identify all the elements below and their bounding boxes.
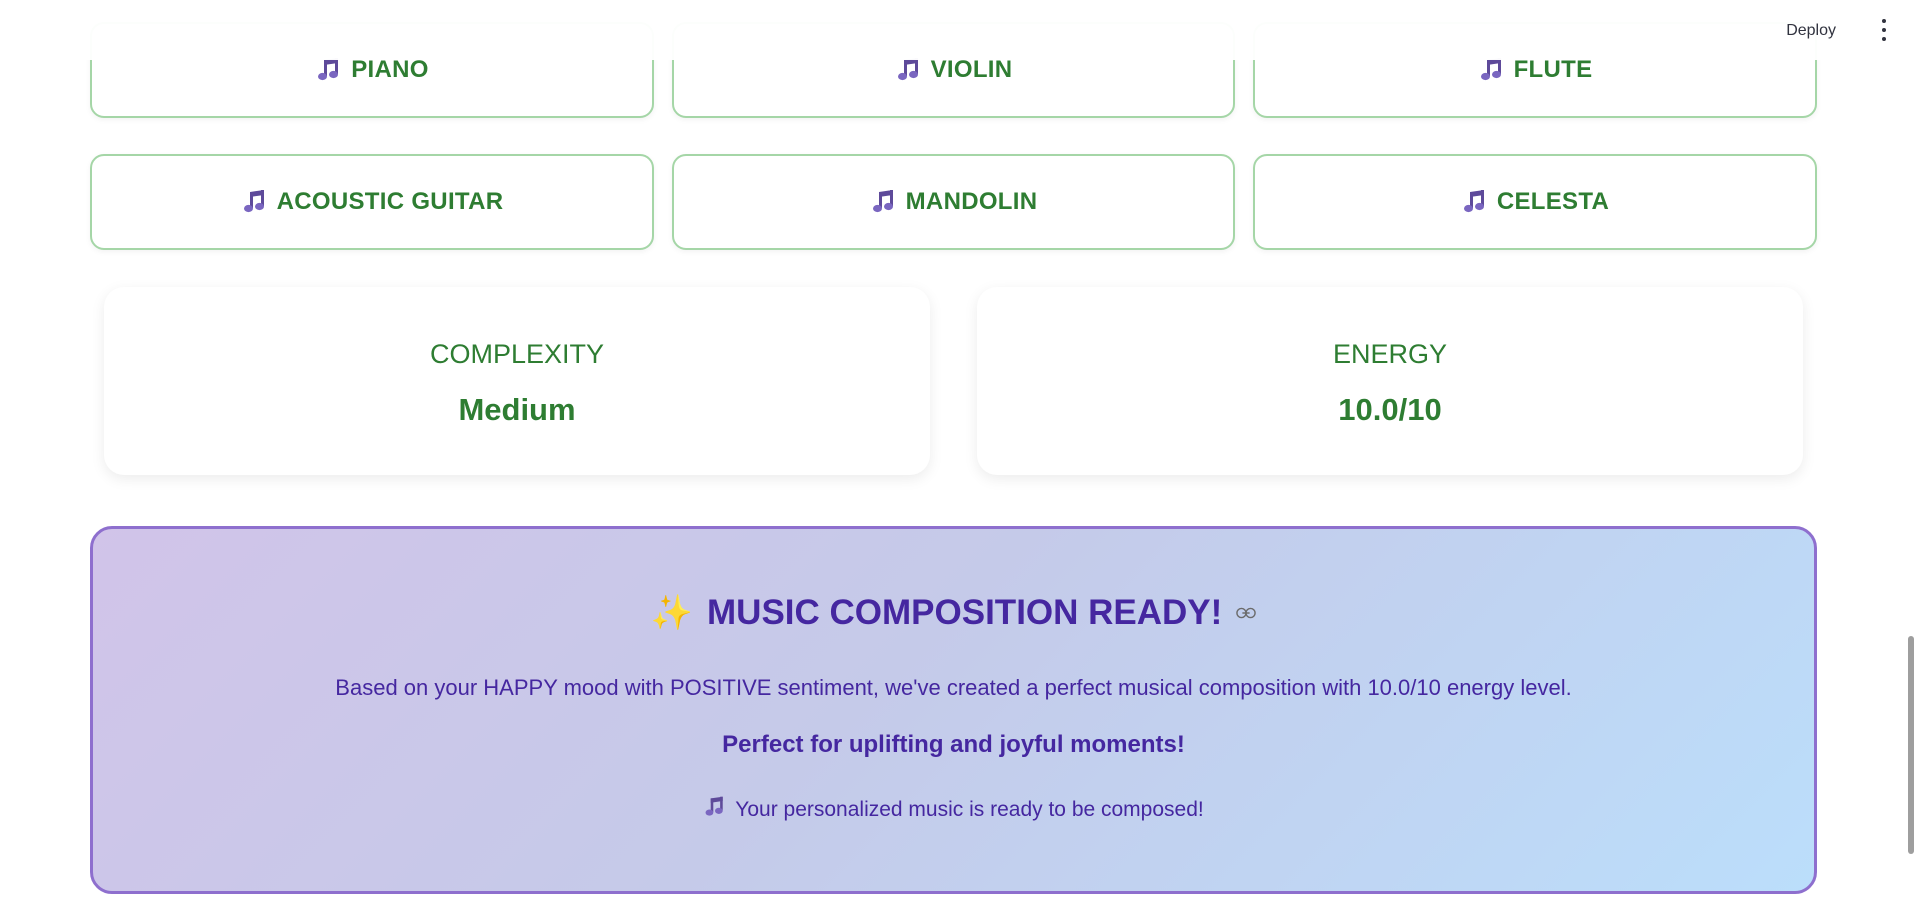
instrument-label: VIOLIN bbox=[930, 56, 1013, 83]
instrument-card-acoustic-guitar: ACOUSTIC GUITAR bbox=[90, 154, 654, 250]
music-note-icon bbox=[1478, 56, 1506, 84]
app-header: Deploy bbox=[0, 0, 1916, 60]
music-note-icon bbox=[315, 56, 343, 84]
instrument-card-mandolin: MANDOLIN bbox=[672, 154, 1235, 250]
music-notes-icon bbox=[703, 795, 727, 825]
energy-value: 10.0/10 bbox=[1338, 392, 1442, 427]
complexity-value: Medium bbox=[458, 392, 576, 427]
music-note-icon bbox=[895, 56, 923, 84]
deploy-button[interactable]: Deploy bbox=[1778, 18, 1844, 44]
ready-heading: ✨ MUSIC COMPOSITION READY! bbox=[93, 593, 1814, 633]
energy-label: ENERGY bbox=[1332, 339, 1448, 369]
instrument-card-celesta: CELESTA bbox=[1253, 154, 1817, 250]
energy-card: ENERGY 10.0/10 bbox=[977, 287, 1803, 475]
link-icon[interactable] bbox=[1236, 602, 1257, 625]
instrument-label: ACOUSTIC GUITAR bbox=[276, 188, 504, 215]
music-note-icon bbox=[241, 188, 269, 216]
instrument-label: PIANO bbox=[351, 56, 429, 83]
sparkles-icon: ✨ bbox=[650, 594, 694, 632]
complexity-label: COMPLEXITY bbox=[429, 339, 605, 369]
ready-tagline: Perfect for uplifting and joyful moments… bbox=[722, 731, 1185, 758]
complexity-card: COMPLEXITY Medium bbox=[104, 287, 930, 475]
ready-footer: Your personalized music is ready to be c… bbox=[93, 795, 1814, 825]
instrument-label: CELESTA bbox=[1496, 188, 1610, 215]
composition-ready-panel: ✨ MUSIC COMPOSITION READY! Based on your… bbox=[90, 526, 1817, 894]
ready-description: Based on your HAPPY mood with POSITIVE s… bbox=[335, 675, 1572, 700]
scrollbar-thumb[interactable] bbox=[1908, 636, 1914, 854]
music-note-icon bbox=[870, 188, 898, 216]
music-note-icon bbox=[1461, 188, 1489, 216]
instrument-label: FLUTE bbox=[1513, 56, 1593, 83]
instrument-label: MANDOLIN bbox=[905, 188, 1038, 215]
ready-footer-text: Your personalized music is ready to be c… bbox=[735, 798, 1204, 821]
ready-title: MUSIC COMPOSITION READY! bbox=[707, 593, 1223, 632]
more-vertical-icon[interactable] bbox=[1872, 19, 1896, 41]
